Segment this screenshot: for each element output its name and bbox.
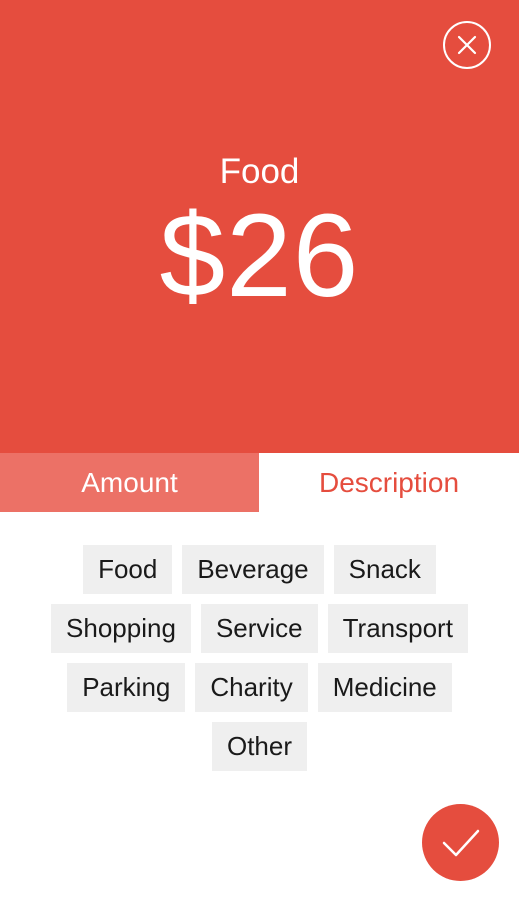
selected-category-label: Food bbox=[219, 152, 300, 191]
summary-header: Food $26 bbox=[0, 0, 519, 453]
category-chip-snack[interactable]: Snack bbox=[333, 545, 436, 594]
category-chip-list: Food Beverage Snack Shopping Service Tra… bbox=[20, 545, 499, 781]
confirm-button[interactable] bbox=[422, 804, 499, 881]
tab-description[interactable]: Description bbox=[259, 453, 519, 512]
category-chip-service[interactable]: Service bbox=[200, 604, 318, 653]
close-icon bbox=[457, 35, 477, 55]
category-chip-food[interactable]: Food bbox=[83, 545, 173, 594]
chip-row: Food Beverage Snack bbox=[20, 545, 499, 594]
checkmark-icon bbox=[442, 829, 480, 857]
close-button[interactable] bbox=[443, 21, 491, 69]
chip-row: Other bbox=[20, 722, 499, 771]
tab-bar: Amount Description bbox=[0, 453, 519, 512]
category-chip-medicine[interactable]: Medicine bbox=[317, 663, 452, 712]
category-chip-charity[interactable]: Charity bbox=[195, 663, 308, 712]
category-chip-other[interactable]: Other bbox=[211, 722, 308, 771]
chip-row: Parking Charity Medicine bbox=[20, 663, 499, 712]
category-chip-shopping[interactable]: Shopping bbox=[51, 604, 191, 653]
category-chip-beverage[interactable]: Beverage bbox=[182, 545, 324, 594]
category-chip-parking[interactable]: Parking bbox=[67, 663, 186, 712]
chip-row: Shopping Service Transport bbox=[20, 604, 499, 653]
tab-amount[interactable]: Amount bbox=[0, 453, 259, 512]
category-chip-transport[interactable]: Transport bbox=[327, 604, 468, 653]
amount-display: $26 bbox=[159, 190, 360, 322]
